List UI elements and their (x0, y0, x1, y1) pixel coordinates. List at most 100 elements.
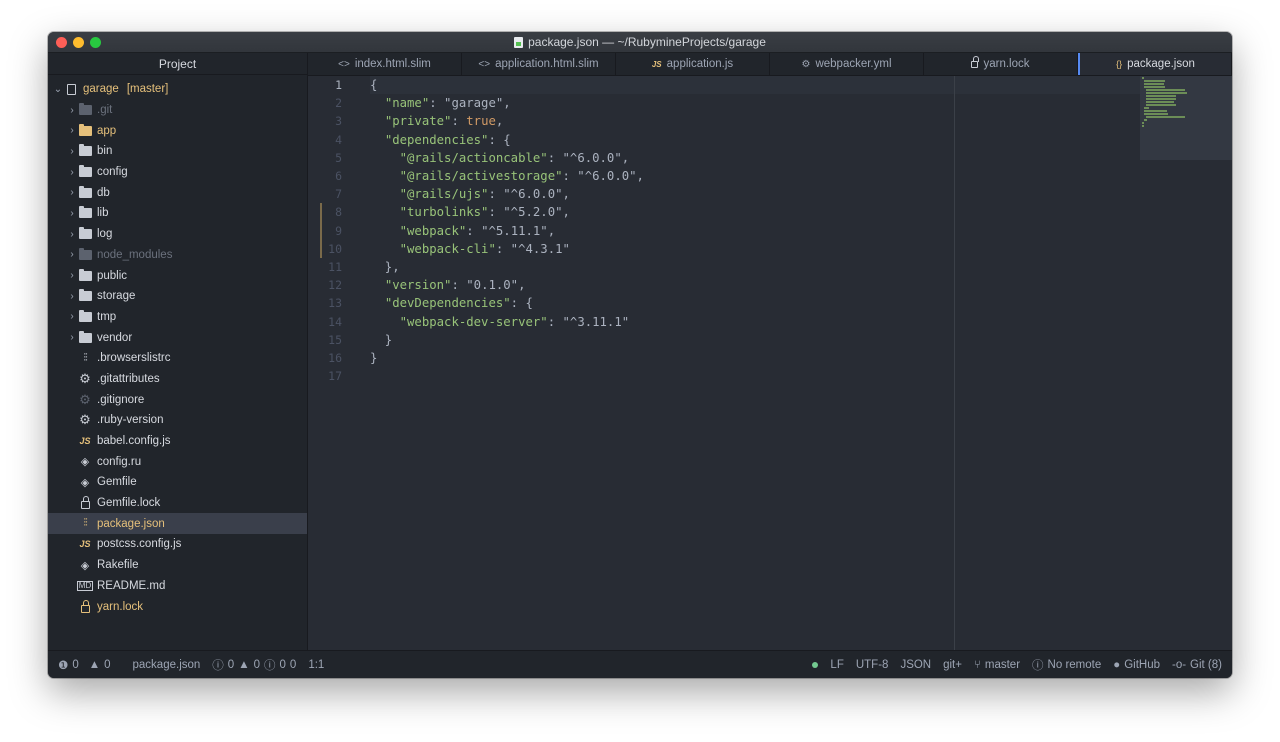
chevron-right-icon[interactable]: › (66, 105, 78, 116)
tree-item[interactable]: ⫶⫶ .browserslistrc (48, 348, 307, 369)
remote-status[interactable]: ⓘ No remote (1032, 657, 1101, 673)
tree-item[interactable]: › tmp (48, 307, 307, 328)
code-editor[interactable]: 1 2 3 4 5 6 7 8 9 10 11 12 13 14 15 16 17 { "name": "gar… (308, 76, 1232, 650)
chevron-right-icon[interactable]: › (66, 332, 78, 343)
tree-item[interactable]: Gemfile.lock (48, 493, 307, 514)
code-line[interactable]: "dependencies": { (370, 131, 644, 149)
icon-glyph: ◈ (80, 476, 90, 489)
diagnostics-summary[interactable]: ⓘ 0 ▲ 0 ⓘ 0 0 (212, 657, 296, 673)
chevron-right-icon[interactable]: › (66, 270, 78, 281)
minimap[interactable] (1140, 76, 1232, 160)
tree-item[interactable]: JS babel.config.js (48, 431, 307, 452)
tree-item[interactable]: ⫶⫶ package.json (48, 513, 307, 535)
tree-item[interactable]: › bin (48, 141, 307, 162)
tab-application-js[interactable]: JS application.js (616, 53, 770, 75)
tree-item[interactable]: › vendor (48, 327, 307, 348)
chevron-right-icon[interactable]: › (66, 311, 78, 322)
tree-item[interactable]: › .git (48, 100, 307, 121)
tree-item[interactable]: › app (48, 120, 307, 141)
tree-item[interactable]: ⚙ .gitattributes (48, 369, 307, 390)
chevron-right-icon[interactable]: › (66, 208, 78, 219)
code-line[interactable]: "@rails/ujs": "^6.0.0", (370, 185, 644, 203)
icon-glyph (80, 599, 90, 613)
branch-selector[interactable]: ⑂ master (974, 659, 1020, 671)
git-plus[interactable]: git+ (943, 659, 962, 671)
tab-package-json[interactable]: {} package.json (1078, 53, 1232, 75)
close-window-button[interactable] (56, 37, 67, 48)
cursor-position[interactable]: 1:1 (308, 659, 324, 671)
tree-item[interactable]: MD README.md (48, 576, 307, 597)
line-number-gutter: 1 2 3 4 5 6 7 8 9 10 11 12 13 14 15 16 17 (308, 76, 370, 650)
code-line[interactable] (370, 367, 644, 385)
tree-item[interactable]: › public (48, 265, 307, 286)
tree-item[interactable]: › node_modules (48, 245, 307, 266)
tab-application-html-slim[interactable]: <> application.html.slim (462, 53, 616, 75)
code-line[interactable]: "devDependencies": { (370, 294, 644, 312)
github-panel-button[interactable]: ● GitHub (1113, 659, 1160, 671)
tree-root[interactable]: ⌄ garage [master] (48, 79, 307, 100)
tree-item[interactable]: ◈ Rakefile (48, 555, 307, 576)
line-number: 17 (328, 369, 342, 384)
chevron-down-icon[interactable]: ⌄ (52, 84, 64, 95)
code-content[interactable]: { "name": "garage", "private": true, "de… (370, 76, 644, 385)
code-line[interactable]: "webpack-dev-server": "^3.11.1" (370, 312, 644, 330)
folder-icon (78, 185, 92, 200)
alert-circle-icon: ⓘ (1032, 659, 1044, 672)
code-line[interactable]: "webpack-cli": "^4.3.1" (370, 240, 644, 258)
folder-icon (78, 165, 92, 179)
code-line[interactable]: "turbolinks": "^5.2.0", (370, 203, 644, 221)
tab-index-html-slim[interactable]: <> index.html.slim (308, 53, 462, 75)
tab-label: webpacker.yml (815, 58, 892, 70)
tree-item[interactable]: ⚙ .ruby-version (48, 410, 307, 431)
tab-yarn-lock[interactable]: yarn.lock (924, 53, 1078, 75)
code-line[interactable]: "webpack": "^5.11.1", (370, 222, 644, 240)
info-circle-icon: ⓘ (264, 659, 276, 672)
tab-webpacker-yml[interactable]: ⚙ webpacker.yml (770, 53, 924, 75)
code-line[interactable]: "@rails/actioncable": "^6.0.0", (370, 149, 644, 167)
tree-item[interactable]: › lib (48, 203, 307, 224)
chevron-right-icon[interactable]: › (66, 125, 78, 136)
git-panel-button[interactable]: -o- Git (8) (1172, 659, 1222, 671)
code-line[interactable]: "private": true, (370, 112, 644, 130)
line-ending[interactable]: LF (830, 659, 843, 671)
tree-item-label: node_modules (97, 248, 173, 261)
tree-item[interactable]: ⚙ .gitignore (48, 389, 307, 410)
minimap-line (1144, 80, 1166, 82)
tree-item[interactable]: yarn.lock (48, 596, 307, 617)
chevron-right-icon[interactable]: › (66, 167, 78, 178)
folder-icon (78, 330, 92, 345)
error-count[interactable]: ❶ 0 ▲ 0 (58, 658, 111, 672)
code-line[interactable]: "name": "garage", (370, 94, 644, 112)
line-number: 7 (335, 187, 342, 202)
minimize-window-button[interactable] (73, 37, 84, 48)
root-folder-label: garage (83, 83, 119, 96)
github-icon: ● (1113, 658, 1121, 671)
tree-item[interactable]: › storage (48, 286, 307, 307)
status-file-name[interactable]: package.json (133, 659, 201, 671)
folder-icon (78, 247, 92, 262)
tree-item[interactable]: ◈ config.ru (48, 451, 307, 472)
chevron-right-icon[interactable]: › (66, 291, 78, 302)
grammar[interactable]: JSON (900, 659, 931, 671)
tree-item[interactable]: ◈ Gemfile (48, 472, 307, 493)
tree-item[interactable]: JS postcss.config.js (48, 534, 307, 555)
chevron-right-icon[interactable]: › (66, 249, 78, 260)
tree-item-label: vendor (97, 331, 133, 344)
code-line[interactable]: } (370, 349, 644, 367)
tree-item[interactable]: › log (48, 224, 307, 245)
code-line[interactable]: { (370, 76, 644, 94)
chevron-right-icon[interactable]: › (66, 229, 78, 240)
chevron-right-icon[interactable]: › (66, 187, 78, 198)
maximize-window-button[interactable] (90, 37, 101, 48)
tree-item-label: .gitignore (97, 393, 145, 406)
code-line[interactable]: }, (370, 258, 644, 276)
tree-item[interactable]: › db (48, 182, 307, 203)
code-line[interactable]: } (370, 331, 644, 349)
encoding[interactable]: UTF-8 (856, 659, 889, 671)
minimap-line (1146, 101, 1174, 103)
tree-item[interactable]: › config (48, 162, 307, 183)
line-number: 8 (308, 203, 370, 222)
code-line[interactable]: "@rails/activestorage": "^6.0.0", (370, 167, 644, 185)
chevron-right-icon[interactable]: › (66, 146, 78, 157)
code-line[interactable]: "version": "0.1.0", (370, 276, 644, 294)
